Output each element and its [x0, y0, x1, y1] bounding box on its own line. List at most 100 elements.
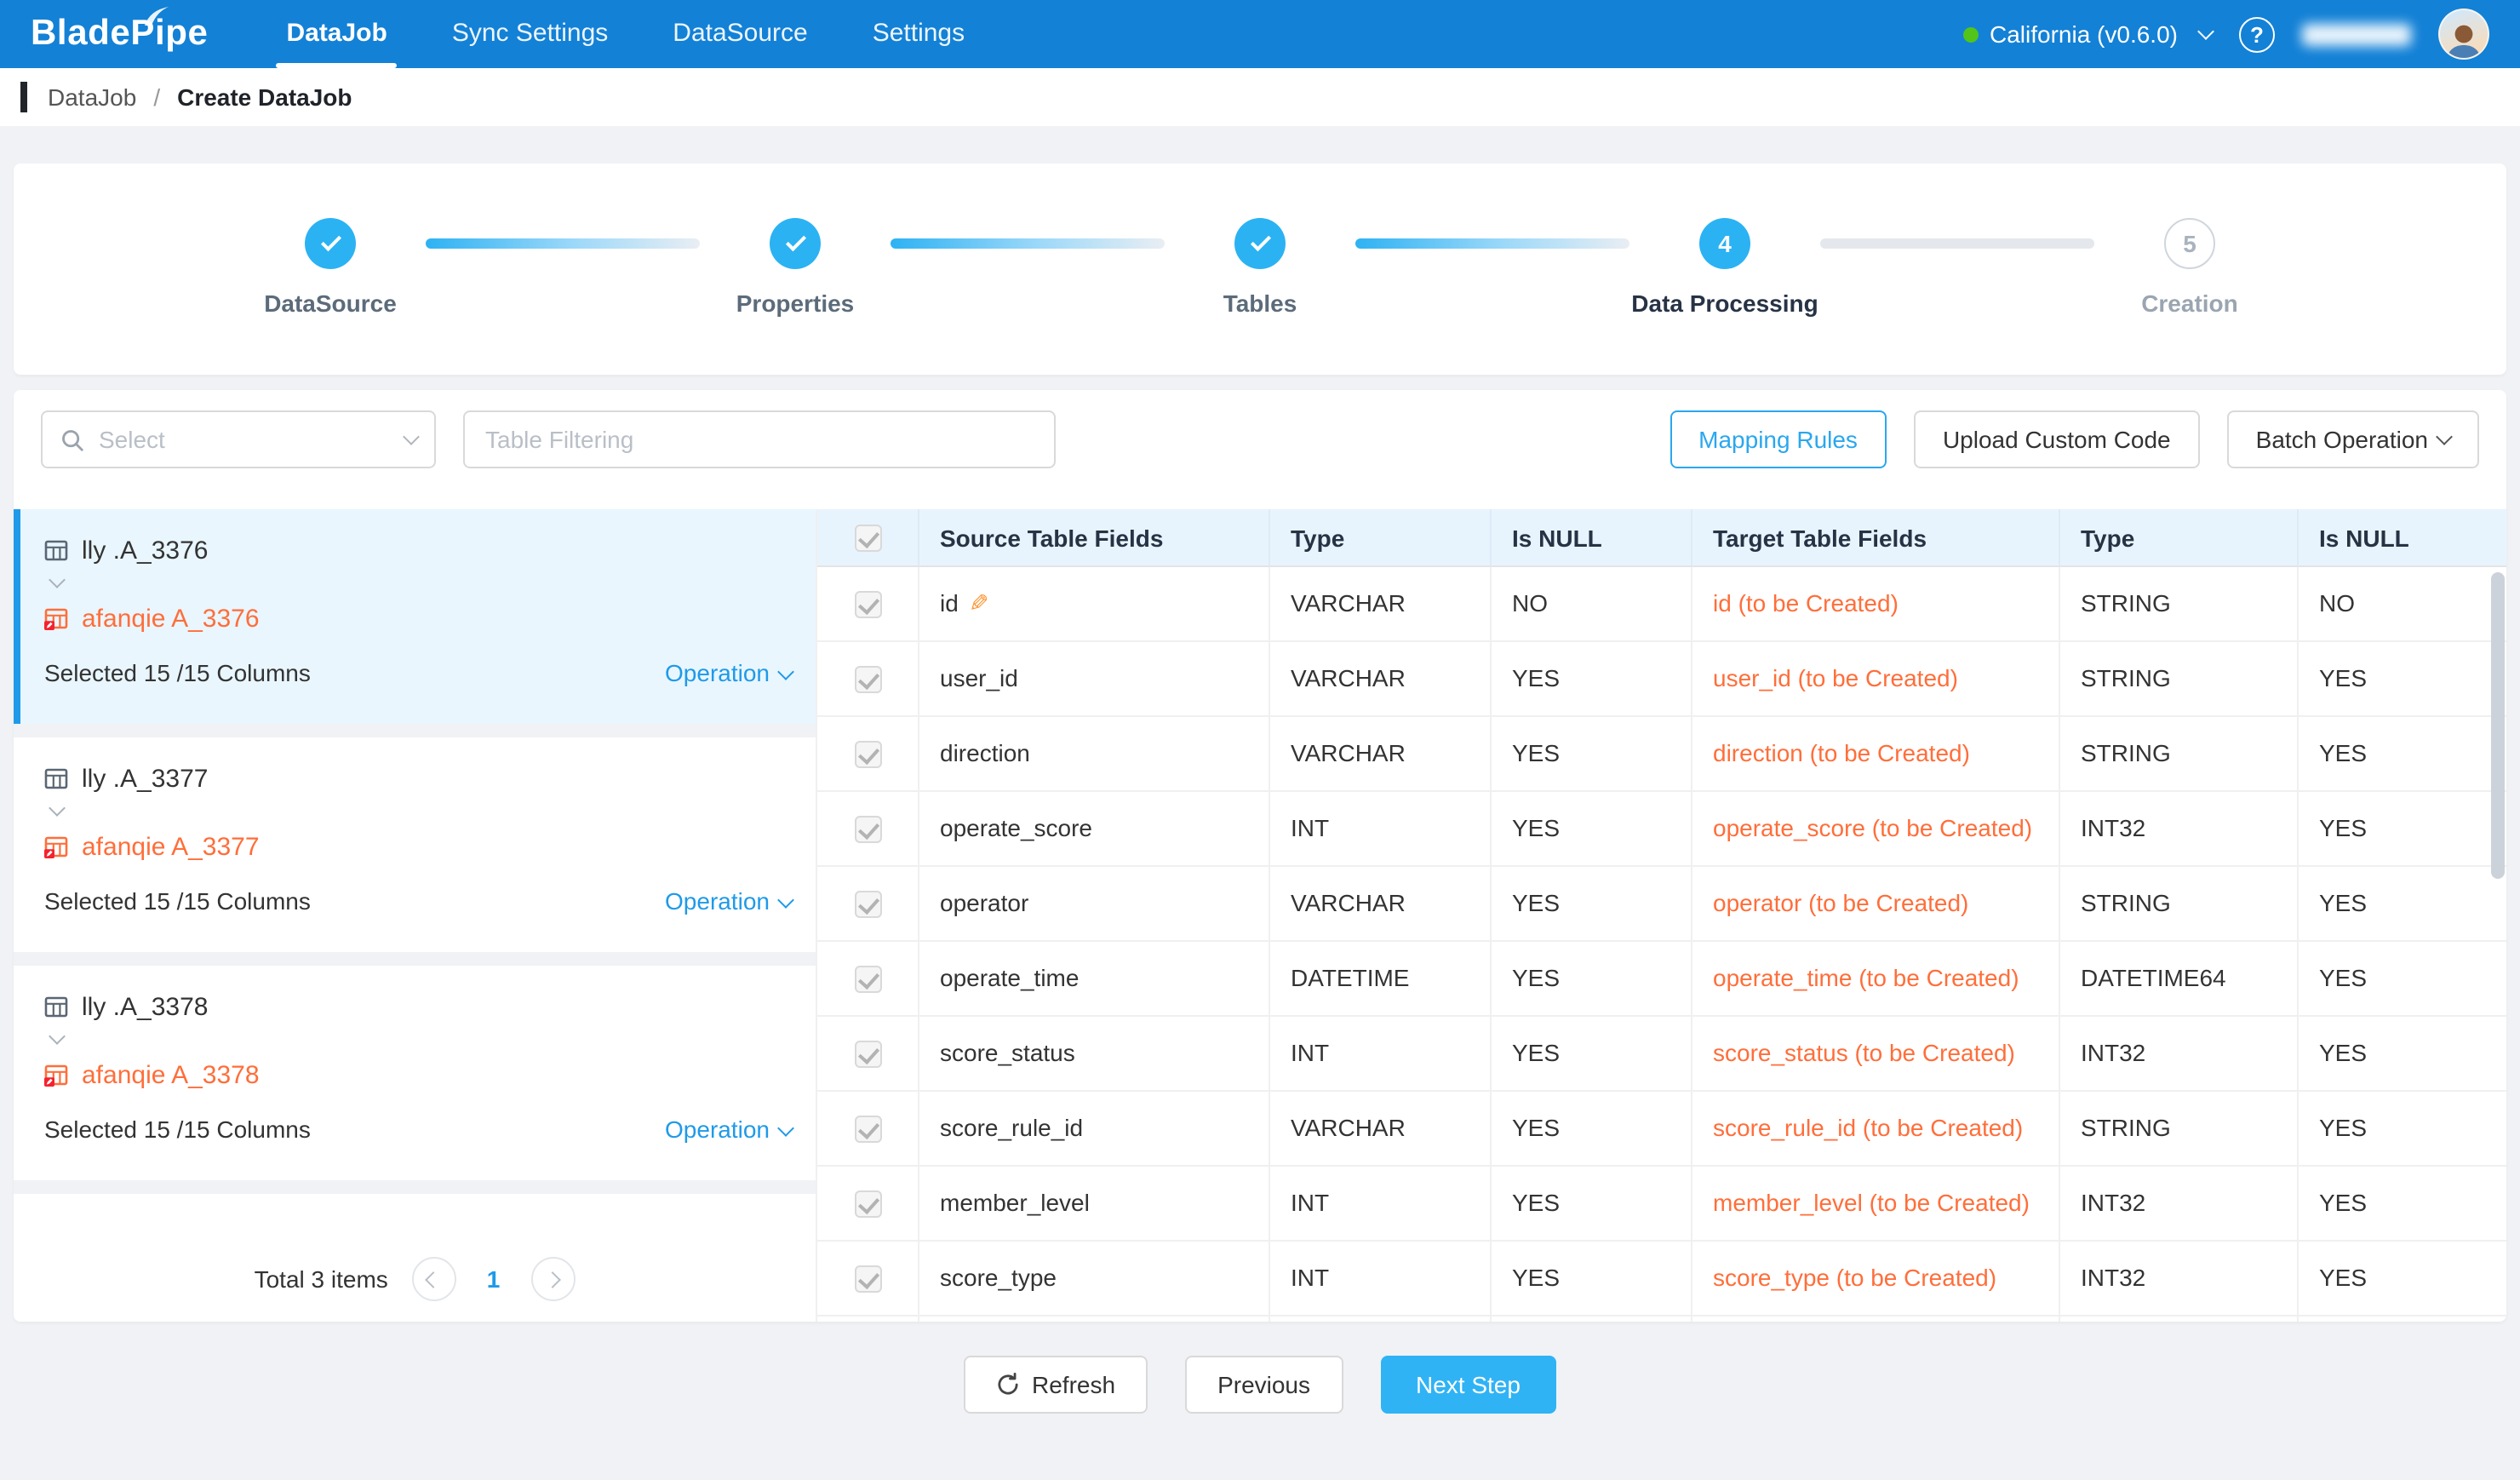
table-row: score_rule_idVARCHARYESscore_rule_id (to…: [817, 1092, 2506, 1167]
step-connector: [891, 238, 1165, 249]
source-nullable: YES: [1492, 1017, 1692, 1092]
username-blurred: [2302, 23, 2411, 45]
source-type: VARCHAR: [1270, 717, 1492, 792]
row-checkbox[interactable]: [854, 740, 881, 767]
row-checkbox[interactable]: [854, 1265, 881, 1292]
table-icon: [44, 995, 68, 1018]
avatar[interactable]: [2438, 9, 2489, 60]
selected-columns-label: Selected 15 /15 Columns: [44, 887, 311, 915]
nav-item-settings[interactable]: Settings: [873, 0, 965, 68]
region-selector[interactable]: California (v0.6.0): [1962, 20, 2212, 48]
target-nullable: NO: [2299, 567, 2506, 642]
pagination-next-button[interactable]: [530, 1257, 575, 1301]
step-check-icon: [1234, 218, 1286, 269]
table-row: member_levelINTYESmember_level (to be Cr…: [817, 1167, 2506, 1242]
mapping-table: Source Table FieldsTypeIs NULLTarget Tab…: [817, 509, 2506, 1322]
brand-logo[interactable]: BladePipe: [31, 14, 208, 54]
row-checkbox[interactable]: [854, 665, 881, 692]
source-table-name: lly .A_3376: [82, 536, 208, 565]
target-type: INT32: [2060, 1242, 2299, 1317]
source-field: direction: [919, 717, 1270, 792]
pagination-prev-button[interactable]: [412, 1257, 456, 1301]
row-checkbox[interactable]: [854, 590, 881, 617]
source-type: INT: [1270, 792, 1492, 867]
target-type: STRING: [2060, 717, 2299, 792]
nav-item-sync-settings[interactable]: Sync Settings: [452, 0, 608, 68]
pagination-page-1[interactable]: 1: [480, 1265, 507, 1293]
chevron-down-icon: [777, 892, 794, 909]
target-type: INT32: [2060, 792, 2299, 867]
target-table-icon: [44, 835, 68, 858]
mapping-rules-button[interactable]: Mapping Rules: [1670, 410, 1887, 468]
target-field: user_id (to be Created): [1692, 642, 2060, 717]
target-nullable: YES: [2299, 942, 2506, 1017]
chevron-down-icon[interactable]: [44, 571, 792, 598]
chevron-down-icon: [2436, 427, 2453, 445]
row-checkbox[interactable]: [854, 890, 881, 917]
step-creation: 5Creation: [2094, 218, 2285, 317]
breadcrumb-current: Create DataJob: [177, 83, 352, 111]
list-divider: [14, 724, 816, 737]
next-step-button[interactable]: Next Step: [1380, 1356, 1556, 1414]
target-table-name: afanqie A_3376: [82, 604, 260, 633]
source-nullable: YES: [1492, 1242, 1692, 1317]
help-icon[interactable]: ?: [2239, 16, 2275, 52]
scrollbar-thumb[interactable]: [2491, 572, 2505, 879]
row-checkbox[interactable]: [854, 1190, 881, 1217]
edit-icon[interactable]: ✎: [969, 589, 988, 618]
previous-button[interactable]: Previous: [1185, 1356, 1343, 1414]
breadcrumb-datajob[interactable]: DataJob: [48, 83, 136, 111]
person-icon: [2443, 20, 2484, 58]
target-table-name: afanqie A_3377: [82, 832, 260, 861]
nav-item-datasource[interactable]: DataSource: [673, 0, 807, 68]
target-nullable: YES: [2299, 642, 2506, 717]
source-field: score_type: [919, 1242, 1270, 1317]
target-type: STRING: [2060, 867, 2299, 942]
chevron-down-icon[interactable]: [44, 799, 792, 826]
source-field: member_level: [919, 1167, 1270, 1242]
target-field: member_level (to be Created): [1692, 1167, 2060, 1242]
table-list-item[interactable]: lly .A_3376afanqie A_3376Selected 15 /15…: [14, 509, 816, 724]
source-nullable: YES: [1492, 942, 1692, 1017]
table-list-item[interactable]: lly .A_3377afanqie A_3377 Selected 15 /15…: [14, 737, 816, 952]
step-label: DataSource: [264, 290, 397, 317]
target-field: operator (to be Created): [1692, 867, 2060, 942]
list-divider: [14, 1180, 816, 1194]
chevron-down-icon[interactable]: [44, 1027, 792, 1054]
select-all-checkbox[interactable]: [854, 524, 881, 551]
batch-operation-button[interactable]: Batch Operation: [2227, 410, 2479, 468]
scrollbar-track[interactable]: [2491, 567, 2505, 1322]
table-row: id✎VARCHARNOid (to be Created)STRINGNO: [817, 567, 2506, 642]
table-filter-input[interactable]: [463, 410, 1056, 468]
nav-item-datajob[interactable]: DataJob: [286, 0, 387, 68]
breadcrumb-marker: [20, 82, 27, 112]
target-type: DATETIME64: [2060, 942, 2299, 1017]
operation-link[interactable]: Operation: [665, 1116, 792, 1143]
row-checkbox[interactable]: [854, 965, 881, 992]
source-nullable: YES: [1492, 642, 1692, 717]
step-connector: [1820, 238, 2094, 249]
operation-link[interactable]: Operation: [665, 887, 792, 915]
row-checkbox[interactable]: [854, 1115, 881, 1142]
search-icon: [60, 427, 85, 452]
source-table-name: lly .A_3377: [82, 764, 208, 793]
table-icon: [44, 766, 68, 790]
check-icon: [785, 231, 805, 251]
row-checkbox[interactable]: [854, 815, 881, 842]
row-checkbox[interactable]: [854, 1040, 881, 1067]
table-list-item[interactable]: lly .A_3378afanqie A_3378Selected 15 /15…: [14, 966, 816, 1180]
target-nullable: YES: [2299, 792, 2506, 867]
refresh-button[interactable]: Refresh: [964, 1356, 1148, 1414]
target-type: STRING: [2060, 642, 2299, 717]
source-nullable: NO: [1492, 567, 1692, 642]
source-nullable: YES: [1492, 792, 1692, 867]
target-nullable: YES: [2299, 1092, 2506, 1167]
target-table-icon: [44, 606, 68, 630]
upload-custom-code-button[interactable]: Upload Custom Code: [1914, 410, 2200, 468]
quill-icon: [143, 7, 170, 27]
table-select[interactable]: Select: [41, 410, 436, 468]
operation-link[interactable]: Operation: [665, 659, 792, 686]
left-filler: Total 3 items 1: [14, 1194, 816, 1322]
content: lly .A_3376afanqie A_3376 Selected 15 /15…: [14, 489, 2506, 1322]
source-nullable: YES: [1492, 1167, 1692, 1242]
